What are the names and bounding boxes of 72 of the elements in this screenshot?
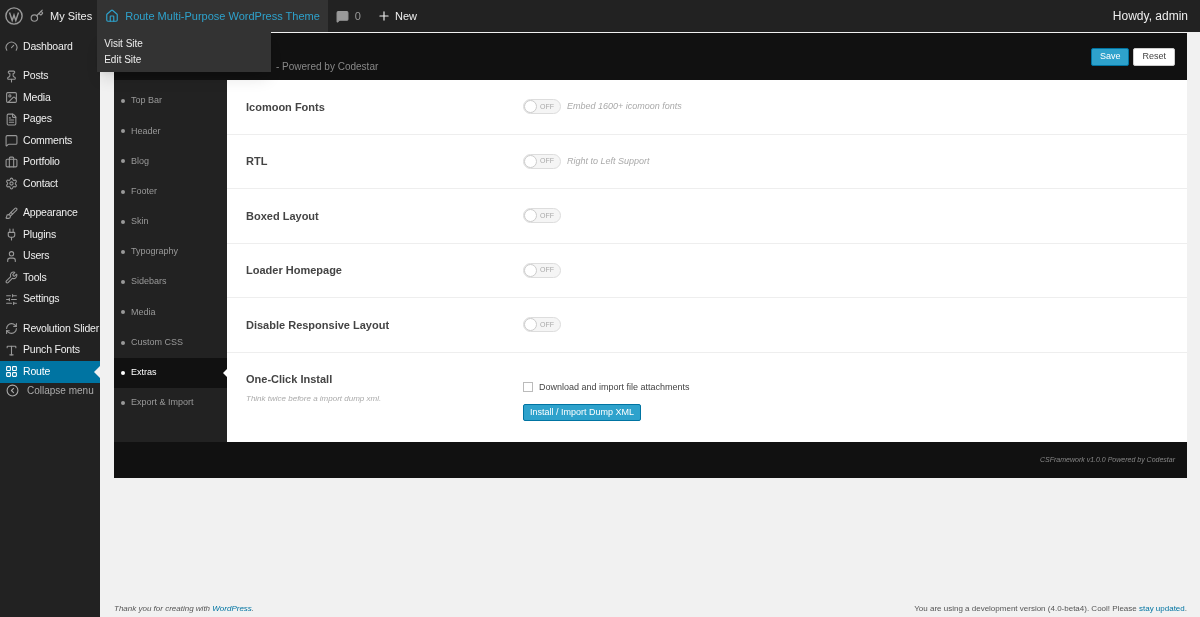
options-nav-item[interactable]: Media (114, 297, 227, 328)
refresh-icon (5, 322, 18, 336)
reset-button[interactable]: Reset (1133, 47, 1175, 66)
field-label: RTL (246, 154, 269, 169)
sidebar-item[interactable]: Contact (0, 173, 100, 195)
gear-icon (5, 177, 18, 191)
options-nav-item[interactable]: Footer (114, 176, 227, 207)
sidebar-item[interactable]: Punch Fonts (0, 339, 100, 361)
key-icon (30, 9, 44, 23)
grid-icon (5, 365, 18, 379)
sidebar-item[interactable]: Media (0, 87, 100, 109)
speech-bubble-icon (335, 9, 349, 23)
options-nav-item[interactable]: Custom CSS (114, 327, 227, 358)
footer-version: You are using a development version (4.0-beta4). Cool! Please stay updated. (914, 603, 1187, 615)
options-nav-item[interactable]: Export & Import (114, 387, 227, 419)
field-label: Boxed Layout (246, 208, 320, 224)
dropdown-item[interactable]: Visit Site (97, 36, 272, 52)
image-icon (5, 91, 18, 105)
options-nav-item[interactable]: Blog (114, 146, 227, 177)
sidebar-item[interactable]: Revolution Slider (0, 318, 100, 340)
field-label: Icomoon Fonts (246, 99, 326, 115)
dropdown-item[interactable]: Edit Site (97, 52, 272, 68)
field-help-text: Right to Left Support (567, 154, 650, 168)
collapse-icon (6, 383, 19, 397)
my-sites-menu[interactable]: My Sites (28, 0, 98, 32)
collapse-menu-button[interactable]: Collapse menu (0, 382, 100, 398)
person-icon (5, 249, 18, 263)
plug-icon (5, 228, 18, 242)
options-nav-item[interactable]: Header (114, 116, 227, 147)
sidebar-item[interactable]: Plugins (0, 224, 100, 246)
sidebar-item[interactable]: Posts (0, 65, 100, 87)
brush-icon (5, 206, 18, 220)
field-description: Think twice before a import dump xml. (246, 393, 383, 405)
sidebar-item[interactable]: Portfolio (0, 151, 100, 173)
options-nav-item[interactable]: Top Bar (114, 86, 227, 117)
options-nav-item[interactable]: Sidebars (114, 267, 227, 298)
sidebar-item[interactable]: Appearance (0, 202, 100, 224)
field-help-text: Embed 1600+ icomoon fonts (567, 100, 682, 113)
checkbox[interactable] (523, 382, 533, 393)
gauge-icon (5, 40, 18, 54)
page-icon (5, 112, 18, 126)
plus-icon (376, 9, 391, 23)
sidebar-item[interactable]: Pages (0, 108, 100, 130)
stay-updated-link[interactable]: stay updated (1138, 604, 1185, 613)
speech-bubble-icon (5, 134, 18, 148)
new-menu[interactable]: New (368, 0, 425, 32)
comments-link[interactable]: 0 (327, 0, 369, 32)
sidebar-item[interactable]: Route (0, 361, 100, 383)
home-icon (105, 9, 120, 23)
sidebar-item[interactable]: Users (0, 245, 100, 267)
briefcase-icon (5, 155, 18, 169)
pointer-arrow-icon (94, 366, 100, 378)
checkbox-label: Download and import file attachments (539, 380, 690, 394)
framework-subtitle: - Powered by Codestar (276, 60, 379, 74)
pin-icon (5, 69, 18, 83)
field-label: Loader Homepage (246, 263, 343, 278)
field-label: One-Click Install (246, 371, 334, 387)
sidebar-item[interactable]: Settings (0, 288, 100, 310)
sidebar-item[interactable]: Comments (0, 130, 100, 152)
sidebar-item[interactable]: Dashboard (0, 36, 100, 58)
footer-thanks: Thank you for creating with WordPress. (114, 603, 255, 615)
sliders-icon (5, 292, 18, 306)
sidebar-item[interactable]: Tools (0, 267, 100, 289)
options-nav-item[interactable]: Skin (114, 206, 227, 237)
options-nav-item[interactable]: Typography (114, 236, 227, 268)
wordpress-logo-icon[interactable] (5, 7, 23, 25)
options-nav-item[interactable]: Extras (114, 357, 227, 388)
wrench-icon (5, 271, 18, 285)
letter-icon (5, 343, 18, 357)
field-label: Disable Responsive Layout (246, 317, 391, 333)
account-menu[interactable]: Howdy, admin (1100, 7, 1200, 25)
site-name-menu[interactable]: Route Multi-Purpose WordPress Theme (97, 0, 328, 32)
